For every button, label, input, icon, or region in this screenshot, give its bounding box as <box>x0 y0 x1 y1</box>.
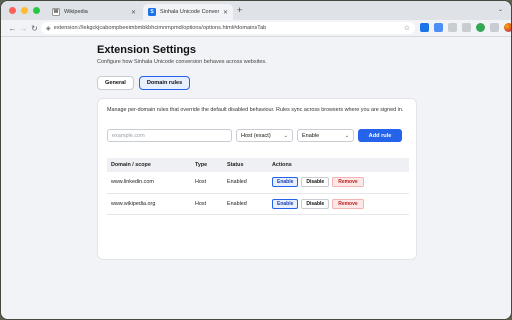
extension-generic-icon[interactable] <box>448 23 457 32</box>
forward-arrow-icon[interactable]: → <box>18 24 29 33</box>
add-rule-button[interactable]: Add rule <box>358 129 402 142</box>
reload-icon[interactable]: ↻ <box>29 24 40 33</box>
chevron-down-icon: ⌄ <box>344 132 349 139</box>
settings-tabs: General Domain rules <box>97 76 191 90</box>
extension-puzzle-icon: ◈ <box>46 25 51 32</box>
browser-tab-wikipedia[interactable]: W Wikipedia ✕ <box>47 4 141 20</box>
close-tab-icon[interactable]: ✕ <box>223 9 228 16</box>
domain-rules-card: Manage per-domain rules that override th… <box>97 98 417 260</box>
enable-button[interactable]: Enable <box>272 177 299 188</box>
rule-domain: www.linkedin.com <box>107 172 191 194</box>
tab-search-chevron-icon[interactable]: ⌄ <box>498 6 503 13</box>
remove-button[interactable]: Remove <box>332 198 364 209</box>
back-arrow-icon[interactable]: ← <box>7 24 18 33</box>
enable-button[interactable]: Enable <box>272 198 299 209</box>
chevron-down-icon: ⌄ <box>283 132 288 139</box>
table-row: www.linkedin.com Host Enabled Enable Dis… <box>107 172 409 194</box>
column-header: Actions <box>268 158 409 172</box>
domain-input[interactable] <box>107 129 232 142</box>
tab-strip: W Wikipedia ✕ S Sinhala Unicode Converte… <box>1 1 511 20</box>
options-page: Extension Settings Configure how Sinhala… <box>1 38 511 319</box>
wikipedia-favicon-icon: W <box>52 8 60 16</box>
extension-green-icon[interactable] <box>476 23 485 32</box>
rule-type: Host <box>191 193 223 215</box>
close-tab-icon[interactable]: ✕ <box>131 9 136 16</box>
browser-tab-options[interactable]: S Sinhala Unicode Converter – O ✕ <box>143 4 233 20</box>
address-bar[interactable]: ◈ extension://lekgckjcabompbeeimbmbkbhci… <box>41 22 415 34</box>
rule-action-select[interactable]: Enable ⌄ <box>297 129 354 142</box>
maximize-window-button[interactable] <box>33 7 40 14</box>
tab-title: Sinhala Unicode Converter – O <box>160 9 219 15</box>
column-header: Type <box>191 158 223 172</box>
rule-status: Enabled <box>223 193 268 215</box>
rule-actions: Enable Disable Remove <box>268 172 409 194</box>
page-title: Extension Settings <box>97 44 197 56</box>
extension-translate-icon[interactable] <box>434 23 443 32</box>
tab-title: Wikipedia <box>64 9 88 15</box>
window-controls <box>1 7 45 14</box>
bookmark-star-icon[interactable]: ☆ <box>404 24 410 32</box>
add-rule-form: Host (exact) ⌄ Enable ⌄ Add rule <box>107 129 402 142</box>
rule-domain: www.wikipedia.org <box>107 193 191 215</box>
tab-general[interactable]: General <box>97 76 134 90</box>
rule-actions: Enable Disable Remove <box>268 193 409 215</box>
remove-button[interactable]: Remove <box>332 177 364 188</box>
rule-type-value: Host (exact) <box>241 132 271 139</box>
sidepanel-icon[interactable] <box>490 23 499 32</box>
table-header-row: Domain / scope Type Status Actions <box>107 158 409 172</box>
domain-rules-description: Manage per-domain rules that override th… <box>107 107 404 113</box>
rule-type-select[interactable]: Host (exact) ⌄ <box>236 129 293 142</box>
column-header: Domain / scope <box>107 158 191 172</box>
new-tab-icon[interactable]: + <box>237 5 242 15</box>
extension-favicon-icon: S <box>148 8 156 16</box>
toolbar-extensions: ⋮ <box>420 23 511 32</box>
browser-toolbar: ← → ↻ ◈ extension://lekgckjcabompbeeimbm… <box>1 20 511 37</box>
url-text: extension://lekgckjcabompbeeimbmbkbhcimn… <box>53 25 267 31</box>
disable-button[interactable]: Disable <box>301 177 330 188</box>
column-header: Status <box>223 158 268 172</box>
tab-domain-rules[interactable]: Domain rules <box>138 76 191 90</box>
rules-table: Domain / scope Type Status Actions www.l… <box>107 158 409 215</box>
minimize-window-button[interactable] <box>21 7 28 14</box>
rule-type: Host <box>191 172 223 194</box>
page-subtitle: Configure how Sinhala Unicode conversion… <box>97 59 267 65</box>
rule-action-value: Enable <box>302 132 320 139</box>
disable-button[interactable]: Disable <box>301 198 330 209</box>
close-window-button[interactable] <box>9 7 16 14</box>
extensions-menu-icon[interactable] <box>462 23 471 32</box>
profile-avatar-icon[interactable] <box>504 23 511 32</box>
rule-status: Enabled <box>223 172 268 194</box>
browser-window: W Wikipedia ✕ S Sinhala Unicode Converte… <box>1 1 511 319</box>
extension-s-icon[interactable] <box>420 23 429 32</box>
table-row: www.wikipedia.org Host Enabled Enable Di… <box>107 193 409 215</box>
